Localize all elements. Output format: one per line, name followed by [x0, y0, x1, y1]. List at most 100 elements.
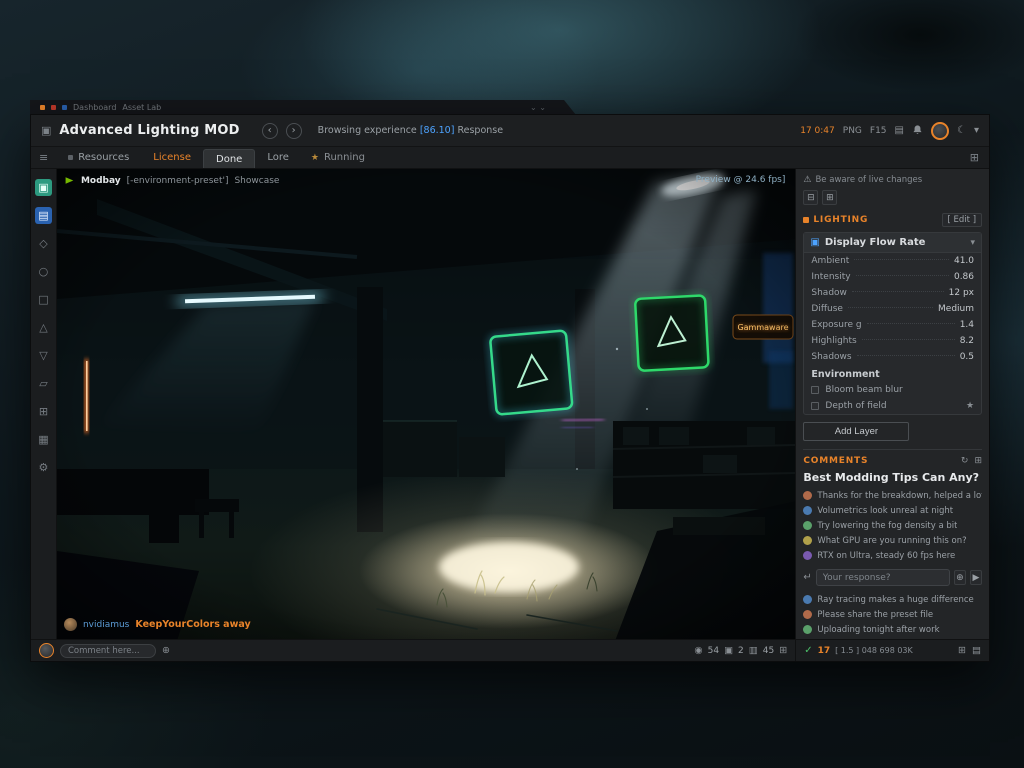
- prop-row[interactable]: Ambient 41.0: [804, 253, 981, 269]
- prop-row[interactable]: Exposure g 1.4: [804, 317, 981, 333]
- grid-tool-icon[interactable]: ⊞: [35, 403, 52, 420]
- card-chevron-icon[interactable]: ▾: [970, 238, 975, 248]
- stats-icon[interactable]: ▥: [749, 645, 758, 656]
- prop-value[interactable]: 12 px: [949, 288, 974, 298]
- scene-render[interactable]: Gammaware Gammaware: [57, 169, 795, 639]
- tab-resources[interactable]: Resources: [56, 147, 141, 168]
- strip-dot-orange[interactable]: [40, 105, 45, 110]
- prop-value[interactable]: 0.86: [954, 272, 974, 282]
- attach-button[interactable]: ⊕: [954, 570, 966, 585]
- reply-input[interactable]: [816, 569, 950, 586]
- panel-layers-icon[interactable]: ▤: [972, 645, 981, 656]
- prop-row[interactable]: Shadow 12 px: [804, 285, 981, 301]
- prop-value[interactable]: 41.0: [954, 256, 974, 266]
- captures-icon[interactable]: ▣: [724, 645, 733, 656]
- prop-row[interactable]: Diffuse Medium: [804, 301, 981, 317]
- prop-value[interactable]: 1.4: [960, 320, 974, 330]
- favorite-star-icon[interactable]: ★: [966, 401, 974, 411]
- comment-item[interactable]: RTX on Ultra, steady 60 fps here: [803, 551, 982, 561]
- bell-icon[interactable]: [912, 124, 923, 138]
- cube-tool-icon[interactable]: □: [35, 291, 52, 308]
- tab-lore[interactable]: Lore: [255, 147, 301, 168]
- comment-item[interactable]: Uploading tonight after work: [803, 625, 982, 635]
- commenter-avatar[interactable]: [803, 506, 812, 515]
- send-button[interactable]: ▶: [970, 570, 982, 585]
- toggle-row-bloom[interactable]: Bloom beam blur: [804, 382, 981, 398]
- pip-icon[interactable]: ▤: [895, 125, 904, 136]
- reply-icon: ↵: [803, 572, 811, 583]
- commenter-avatar[interactable]: [803, 536, 812, 545]
- comment-item[interactable]: Volumetrics look unreal at night: [803, 506, 982, 516]
- commenter-avatar[interactable]: [803, 521, 812, 530]
- comment-item[interactable]: Please share the preset file: [803, 610, 982, 620]
- moon-icon[interactable]: ☾: [957, 125, 966, 136]
- prop-value[interactable]: Medium: [938, 304, 974, 314]
- bottom-grid-icon[interactable]: ⊞: [779, 645, 787, 656]
- prism-tool-icon[interactable]: △: [35, 319, 52, 336]
- prop-label: Shadow: [811, 288, 847, 298]
- tab-done[interactable]: Done: [203, 149, 255, 168]
- refresh-icon[interactable]: ↻: [961, 456, 969, 466]
- environment-tool-icon[interactable]: ▣: [35, 179, 52, 196]
- strip-label-dashboard[interactable]: Dashboard: [73, 103, 116, 112]
- prop-row[interactable]: Intensity 0.86: [804, 269, 981, 285]
- comment-user-avatar[interactable]: [39, 643, 54, 658]
- settings-tool-icon[interactable]: ⚙: [35, 459, 52, 476]
- layers-tool-icon[interactable]: ▤: [35, 207, 52, 224]
- commenter-avatar[interactable]: [803, 595, 812, 604]
- comment-item[interactable]: Try lowering the fog density a bit: [803, 521, 982, 531]
- comments-expand-icon[interactable]: ⊞: [974, 456, 982, 466]
- add-comment-icon[interactable]: ⊕: [162, 645, 170, 656]
- section-edit-button[interactable]: [ Edit ]: [942, 213, 983, 227]
- checkbox-icon[interactable]: [811, 402, 819, 410]
- prop-value[interactable]: 8.2: [960, 336, 974, 346]
- card-header[interactable]: ▣ Display Flow Rate ▾: [804, 233, 981, 253]
- nav-forward-button[interactable]: ›: [286, 123, 302, 139]
- fps-label[interactable]: F15: [870, 126, 887, 136]
- titlebar-chevron-icon[interactable]: ▾: [974, 125, 979, 136]
- prop-value[interactable]: 0.5: [960, 352, 974, 362]
- cone-tool-icon[interactable]: ▽: [35, 347, 52, 364]
- tab-license[interactable]: License: [141, 147, 203, 168]
- sphere-tool-icon[interactable]: ○: [35, 263, 52, 280]
- strip-dot-blue[interactable]: [62, 105, 67, 110]
- add-layer-button[interactable]: Add Layer: [803, 422, 909, 441]
- title-bar: ▣ Advanced Lighting MOD ‹ › Browsing exp…: [31, 115, 989, 147]
- scene-viewport[interactable]: Gammaware Gammaware: [57, 169, 795, 639]
- checkbox-icon[interactable]: [811, 386, 819, 394]
- transform-tool-icon[interactable]: ◇: [35, 235, 52, 252]
- strip-dot-red[interactable]: [51, 105, 56, 110]
- toggle-row-dof[interactable]: Depth of field ★: [804, 398, 981, 414]
- collapse-button[interactable]: ⊟: [803, 190, 818, 205]
- views-icon[interactable]: ◉: [694, 645, 702, 656]
- thread-title[interactable]: Best Modding Tips Can Any?: [803, 471, 982, 484]
- prop-row[interactable]: Shadows 0.5: [804, 349, 981, 365]
- strip-chevrons-icon[interactable]: ⌄ ⌄: [530, 103, 546, 112]
- user-avatar[interactable]: [931, 122, 949, 140]
- address-link[interactable]: [86.10]: [420, 125, 455, 136]
- viewport-user-avatar[interactable]: [64, 618, 77, 631]
- address-text[interactable]: Browsing experience [86.10] Response: [318, 125, 503, 136]
- sync-check-icon: ✓: [804, 645, 812, 656]
- panel-grid-icon[interactable]: ⊞: [958, 645, 966, 656]
- png-label[interactable]: PNG: [843, 126, 862, 136]
- comment-item[interactable]: Ray tracing makes a huge difference: [803, 595, 982, 605]
- comment-item[interactable]: What GPU are you running this on?: [803, 536, 982, 546]
- menu-icon[interactable]: ≡: [39, 151, 48, 164]
- pattern-tool-icon[interactable]: ▦: [35, 431, 52, 448]
- comment-input[interactable]: [60, 644, 156, 658]
- commenter-avatar[interactable]: [803, 610, 812, 619]
- tab-lore-label: Lore: [267, 152, 289, 163]
- lighting-section-label: LIGHTING: [803, 215, 868, 225]
- nav-back-button[interactable]: ‹: [262, 123, 278, 139]
- comment-item[interactable]: Thanks for the breakdown, helped a lot: [803, 491, 982, 501]
- commenter-avatar[interactable]: [803, 551, 812, 560]
- layout-grid-icon[interactable]: ⊞: [970, 151, 979, 164]
- prop-row[interactable]: Highlights 8.2: [804, 333, 981, 349]
- commenter-avatar[interactable]: [803, 491, 812, 500]
- expand-button[interactable]: ⊞: [822, 190, 837, 205]
- commenter-avatar[interactable]: [803, 625, 812, 634]
- strip-label-assets[interactable]: Asset Lab: [122, 103, 161, 112]
- viewport-user-name[interactable]: nvidiamus: [83, 620, 129, 630]
- plane-tool-icon[interactable]: ▱: [35, 375, 52, 392]
